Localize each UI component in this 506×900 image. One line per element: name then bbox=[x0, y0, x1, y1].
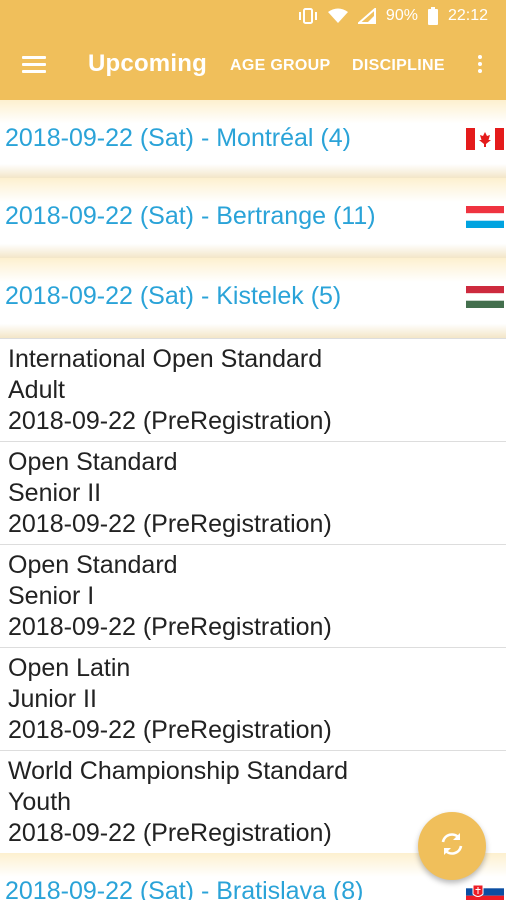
hungary-flag-icon bbox=[466, 286, 504, 308]
event-date: 2018-09-22 (PreRegistration) bbox=[8, 510, 332, 538]
age-group-button[interactable]: AGE GROUP bbox=[230, 57, 331, 75]
event-title: Open Latin bbox=[8, 654, 131, 682]
page-title: Upcoming bbox=[88, 50, 207, 77]
group-header-bertrange[interactable]: 2018-09-22 (Sat) - Bertrange (11) bbox=[0, 178, 506, 258]
wifi-icon bbox=[327, 8, 348, 24]
canada-flag-icon bbox=[466, 128, 504, 150]
battery-icon bbox=[427, 7, 438, 25]
event-item[interactable]: Open Standard Senior I 2018-09-22 (PreRe… bbox=[0, 544, 506, 647]
battery-percent: 90% bbox=[385, 7, 418, 24]
group-header-label: 2018-09-22 (Sat) - Bertrange (11) bbox=[5, 202, 376, 230]
event-age-group: Adult bbox=[8, 376, 65, 404]
event-item[interactable]: Open Standard Senior II 2018-09-22 (PreR… bbox=[0, 441, 506, 544]
discipline-button[interactable]: DISCIPLINE bbox=[352, 57, 445, 75]
event-title: Open Standard bbox=[8, 448, 178, 476]
event-age-group: Youth bbox=[8, 788, 72, 816]
group-header-label: 2018-09-22 (Sat) - Montréal (4) bbox=[5, 124, 351, 152]
event-date: 2018-09-22 (PreRegistration) bbox=[8, 716, 332, 744]
group-header-label: 2018-09-22 (Sat) - Kistelek (5) bbox=[5, 282, 342, 310]
event-age-group: Junior II bbox=[8, 685, 97, 713]
event-item[interactable]: International Open Standard Adult 2018-0… bbox=[0, 338, 506, 441]
vibrate-icon bbox=[298, 7, 318, 25]
group-header-montreal[interactable]: 2018-09-22 (Sat) - Montréal (4) bbox=[0, 100, 506, 178]
menu-icon[interactable] bbox=[22, 52, 48, 78]
clock: 22:12 bbox=[447, 7, 488, 24]
group-header-label: 2018-09-22 (Sat) - Bratislava (8) bbox=[5, 877, 364, 900]
status-bar: 90% 22:12 bbox=[0, 0, 506, 32]
event-item[interactable]: Open Latin Junior II 2018-09-22 (PreRegi… bbox=[0, 647, 506, 750]
event-title: World Championship Standard bbox=[8, 757, 349, 785]
event-title: Open Standard bbox=[8, 551, 178, 579]
luxembourg-flag-icon bbox=[466, 206, 504, 228]
event-age-group: Senior I bbox=[8, 582, 95, 610]
event-title: International Open Standard bbox=[8, 345, 323, 373]
group-header-kistelek[interactable]: 2018-09-22 (Sat) - Kistelek (5) bbox=[0, 258, 506, 338]
refresh-button[interactable] bbox=[418, 812, 486, 880]
slovakia-flag-icon bbox=[466, 881, 504, 900]
refresh-icon bbox=[438, 830, 466, 863]
more-options-icon[interactable] bbox=[470, 52, 490, 80]
app-bar: Upcoming AGE GROUP DISCIPLINE bbox=[0, 32, 506, 100]
competition-list: 2018-09-22 (Sat) - Montréal (4) 2018-09-… bbox=[0, 100, 506, 900]
signal-icon bbox=[357, 8, 376, 24]
event-age-group: Senior II bbox=[8, 479, 102, 507]
event-date: 2018-09-22 (PreRegistration) bbox=[8, 613, 332, 641]
event-date: 2018-09-22 (PreRegistration) bbox=[8, 407, 332, 435]
